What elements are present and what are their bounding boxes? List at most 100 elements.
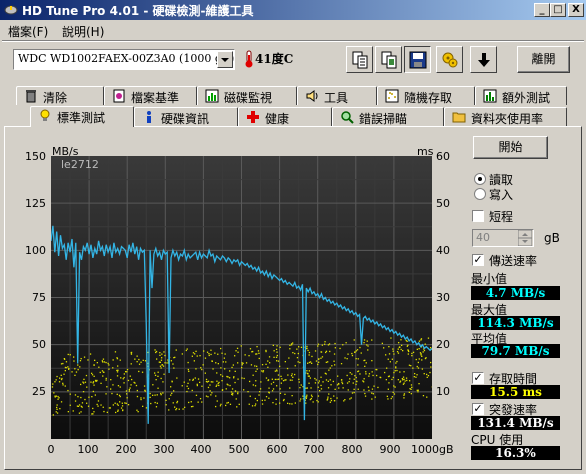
access-time-point — [220, 374, 222, 376]
access-time-point — [122, 409, 124, 412]
copy-screenshot-button[interactable] — [375, 46, 402, 73]
access-time-point — [354, 351, 356, 353]
access-time-point — [226, 375, 228, 378]
access-time-point — [224, 353, 226, 355]
access-time-point — [394, 386, 396, 388]
access-time-point — [407, 349, 409, 352]
access-time-point — [279, 365, 281, 367]
access-time-point — [200, 367, 202, 369]
menu-file[interactable]: 檔案(F) — [8, 23, 48, 40]
options-button[interactable] — [436, 46, 463, 73]
access-time-point — [207, 386, 210, 389]
access-time-point — [107, 362, 109, 365]
save-button[interactable] — [404, 46, 431, 73]
write-label: 寫入 — [489, 188, 514, 202]
tab-benchmark[interactable]: 標準測試 — [30, 106, 134, 127]
access-time-point — [334, 388, 336, 390]
access-time-point — [116, 403, 118, 405]
access-time-point — [189, 379, 191, 381]
tab-random-access[interactable]: 隨機存取 — [377, 86, 475, 105]
access-time-point — [162, 392, 164, 394]
tab-health[interactable]: 健康 — [238, 107, 332, 126]
tab-disk-monitor[interactable]: 磁碟監視 — [197, 86, 297, 105]
access-time-point — [279, 388, 281, 390]
burst-rate-checkbox[interactable]: ✓ — [472, 403, 484, 415]
title-bar[interactable]: HD Tune Pro 4.01 - 硬碟檢測-維護工具 _ □ X — [0, 0, 586, 20]
access-time-point — [403, 393, 406, 395]
access-time-point — [345, 342, 347, 344]
x-tick: 200 — [115, 443, 137, 456]
access-time-point — [289, 344, 291, 346]
read-radio[interactable] — [474, 173, 486, 185]
write-radio[interactable] — [474, 188, 486, 200]
access-time-point — [130, 351, 133, 354]
access-time-point — [277, 360, 280, 362]
access-time-point — [405, 377, 408, 379]
access-time-point — [416, 374, 418, 376]
access-time-point — [333, 353, 336, 355]
access-time-point — [130, 353, 133, 355]
minimize-button[interactable]: _ — [534, 3, 550, 17]
tab-tools[interactable]: 工具 — [297, 86, 377, 105]
access-time-point — [231, 366, 233, 369]
access-time-point — [243, 389, 245, 391]
access-time-point — [136, 355, 138, 357]
short-stroke-checkbox[interactable] — [472, 210, 484, 222]
access-time-point — [197, 401, 199, 403]
access-time-point — [222, 361, 224, 363]
access-time-point — [365, 373, 367, 375]
exit-button[interactable]: 離開 — [517, 46, 570, 73]
access-time-checkbox[interactable]: ✓ — [472, 372, 484, 384]
access-time-point — [348, 381, 350, 383]
spin-arrows-icon[interactable] — [518, 230, 532, 246]
tab-folder-usage[interactable]: 資料夾使用率 — [444, 107, 567, 126]
tab-error-scan[interactable]: 錯誤掃瞄 — [332, 107, 444, 126]
min-label: 最小值 — [471, 272, 508, 286]
access-time-point — [56, 412, 59, 414]
access-time-point — [56, 404, 58, 406]
download-button[interactable] — [470, 46, 497, 73]
start-button[interactable]: 開始 — [473, 136, 548, 159]
tab-extra-tests[interactable]: 額外測試 — [475, 86, 567, 105]
short-stroke-spin[interactable]: 40 — [472, 229, 534, 247]
access-time-point — [327, 361, 329, 363]
access-time-point — [400, 339, 402, 341]
maximize-button[interactable]: □ — [550, 3, 566, 17]
access-time-point — [237, 378, 239, 380]
access-time-point — [261, 370, 263, 372]
access-time-point — [59, 408, 61, 410]
access-time-point — [296, 357, 299, 359]
access-time-point — [256, 353, 258, 355]
access-time-point — [162, 381, 164, 383]
dropdown-arrow-icon[interactable] — [217, 51, 233, 68]
access-time-point — [67, 366, 69, 368]
access-time-point — [390, 337, 392, 339]
copy-text-button[interactable] — [346, 46, 373, 73]
access-time-point — [191, 355, 193, 357]
tab-disk-info[interactable]: 硬碟資訊 — [134, 107, 238, 126]
access-time-point — [415, 376, 417, 378]
transfer-rate-checkbox[interactable]: ✓ — [472, 254, 484, 266]
access-time-point — [417, 391, 419, 393]
tab-file-benchmark[interactable]: 檔案基準 — [104, 86, 197, 105]
access-time-point — [125, 390, 128, 392]
access-time-point — [182, 408, 184, 410]
access-time-point — [127, 404, 130, 406]
access-time-point — [427, 337, 430, 339]
menu-help[interactable]: 說明(H) — [62, 23, 104, 40]
access-time-point — [347, 353, 349, 355]
access-time-point — [364, 395, 367, 397]
access-time-point — [129, 387, 131, 389]
access-time-point — [334, 342, 336, 345]
drive-select[interactable]: WDC WD1002FAEX-00Z3A0 (1000 gB) — [13, 49, 235, 70]
close-button[interactable]: X — [568, 3, 584, 17]
access-time-point — [365, 371, 367, 373]
access-time-point — [294, 402, 296, 404]
short-stroke-label: 短程 — [489, 210, 514, 224]
access-time-point — [310, 387, 312, 389]
access-time-point — [226, 383, 228, 385]
tab-erase[interactable]: 清除 — [16, 86, 104, 105]
access-time-point — [256, 368, 258, 370]
access-time-point — [121, 402, 123, 404]
access-time-point — [410, 388, 412, 390]
